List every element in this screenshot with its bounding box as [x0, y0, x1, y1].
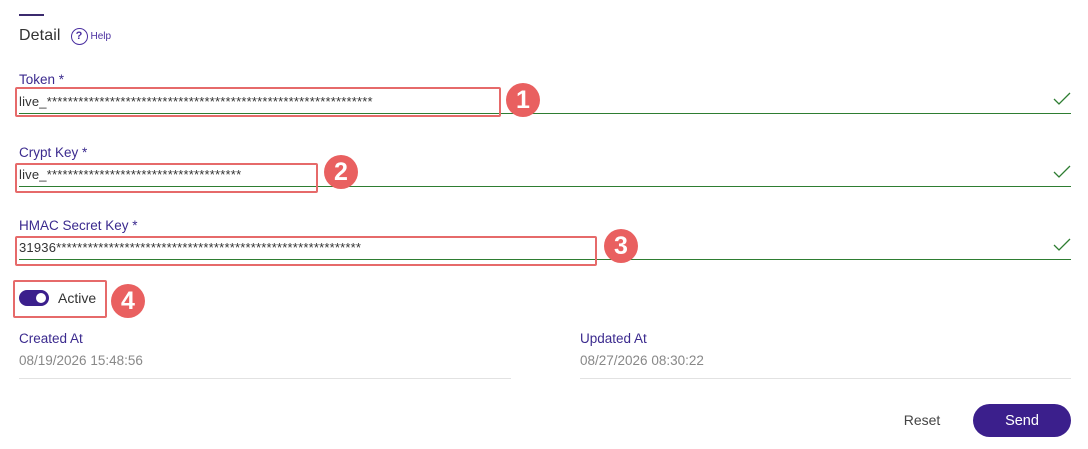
- hmac-secret-key-value[interactable]: 31936***********************************…: [19, 240, 361, 255]
- updated-at-label: Updated At: [580, 331, 647, 346]
- created-at-block: Created At 08/19/2026 15:48:56: [19, 331, 143, 370]
- help-link[interactable]: ? Help: [70, 27, 112, 45]
- created-at-label: Created At: [19, 331, 83, 346]
- active-toggle[interactable]: Active: [19, 290, 96, 306]
- section-header: Detail ? Help: [19, 26, 111, 46]
- updated-at-value: 08/27/2026 08:30:22: [580, 353, 704, 368]
- check-icon: [1053, 238, 1071, 251]
- token-label: Token *: [19, 72, 65, 87]
- token-field: Token * live_***************************…: [19, 72, 1071, 114]
- hmac-secret-key-label: HMAC Secret Key *: [19, 218, 138, 233]
- page-title: Detail: [19, 27, 61, 44]
- updated-at-block: Updated At 08/27/2026 08:30:22: [580, 331, 704, 370]
- active-label: Active: [58, 290, 97, 306]
- crypt-key-value[interactable]: live_***********************************…: [19, 167, 241, 182]
- created-at-value: 08/19/2026 15:48:56: [19, 353, 143, 368]
- reset-button[interactable]: Reset: [891, 405, 953, 435]
- divider: [580, 378, 1071, 379]
- question-circle-icon[interactable]: ?: [70, 27, 88, 45]
- toggle-switch[interactable]: [19, 290, 49, 306]
- annotation-badge: 4: [111, 284, 145, 318]
- check-icon: [1053, 92, 1071, 105]
- help-label[interactable]: Help: [91, 31, 112, 42]
- hmac-secret-key-field: HMAC Secret Key * 31936*****************…: [19, 218, 1071, 260]
- crypt-key-input[interactable]: live_***********************************…: [19, 161, 1071, 187]
- crypt-key-field: Crypt Key * live_***********************…: [19, 145, 1071, 187]
- annotation-badge: 3: [604, 229, 638, 263]
- divider: [19, 378, 511, 379]
- token-value[interactable]: live_***********************************…: [19, 94, 373, 109]
- token-input[interactable]: live_***********************************…: [19, 88, 1071, 114]
- hmac-secret-key-input[interactable]: 31936***********************************…: [19, 234, 1071, 260]
- annotation-badge: 1: [506, 83, 540, 117]
- check-icon: [1053, 165, 1071, 178]
- annotation-badge: 2: [324, 155, 358, 189]
- tab-indicator: [19, 14, 44, 16]
- send-button[interactable]: Send: [973, 404, 1071, 437]
- crypt-key-label: Crypt Key *: [19, 145, 88, 160]
- toggle-knob: [36, 293, 46, 303]
